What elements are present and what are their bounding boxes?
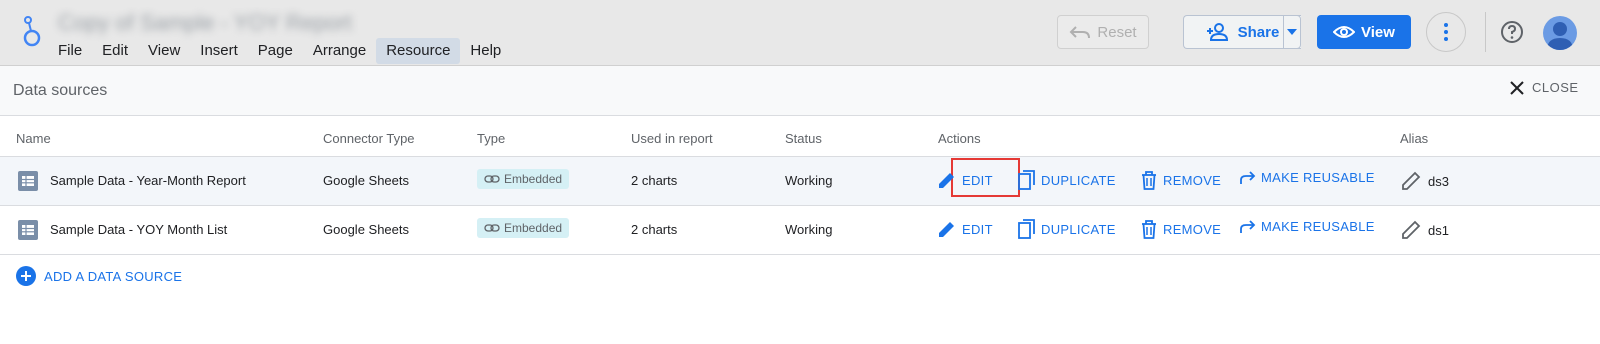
reset-label: Reset <box>1097 23 1137 41</box>
menu-edit[interactable]: Edit <box>92 38 138 64</box>
close-icon <box>1510 80 1524 95</box>
remove-label: REMOVE <box>1163 221 1222 237</box>
alias-value: ds3 <box>1428 173 1449 189</box>
panel-header: Data sources CLOSE <box>0 66 1600 116</box>
link-icon <box>484 175 500 183</box>
duplicate-label: DUPLICATE <box>1041 221 1116 237</box>
top-bar: Copy of Sample - YOY Report File Edit Vi… <box>0 0 1600 66</box>
pencil-outline-icon <box>1402 220 1421 239</box>
close-button[interactable]: CLOSE <box>1510 80 1579 95</box>
edit-button[interactable]: EDIT <box>937 170 993 190</box>
row-name: Sample Data - Year-Month Report <box>50 173 246 188</box>
row-used-in-report: 2 charts <box>631 222 678 237</box>
toolbar-divider <box>1485 12 1486 52</box>
pencil-outline-icon <box>1402 171 1421 190</box>
table-row[interactable]: Sample Data - YOY Month List Google Shee… <box>0 206 1600 255</box>
pencil-icon <box>939 222 954 237</box>
menu-page[interactable]: Page <box>248 38 303 64</box>
link-icon <box>484 224 500 232</box>
sheet-icon <box>18 171 38 191</box>
avatar[interactable] <box>1543 16 1577 50</box>
header-actions: Actions <box>938 131 981 146</box>
edit-button[interactable]: EDIT <box>937 219 993 239</box>
eye-icon <box>1333 26 1356 38</box>
remove-button[interactable]: REMOVE <box>1140 170 1221 190</box>
type-badge-label: Embedded <box>504 172 563 186</box>
header-alias: Alias <box>1400 131 1429 146</box>
type-badge-label: Embedded <box>504 221 563 235</box>
menu-file[interactable]: File <box>48 38 92 64</box>
row-connector-type: Google Sheets <box>323 222 410 237</box>
more-options-button[interactable] <box>1426 12 1466 52</box>
share-label: Share <box>1237 23 1280 41</box>
header-used-in-report: Used in report <box>631 131 713 146</box>
sheet-icon <box>18 220 38 240</box>
add-circle-icon <box>16 266 36 286</box>
row-used-in-report: 2 charts <box>631 173 678 188</box>
panel-title: Data sources <box>13 82 108 99</box>
document-title[interactable]: Copy of Sample - YOY Report <box>58 10 352 36</box>
make-reusable-label: MAKE REUSABLE <box>1261 170 1375 185</box>
close-label: CLOSE <box>1532 80 1579 95</box>
caret-down-icon <box>1287 29 1297 35</box>
forward-arrow-icon <box>1240 219 1256 233</box>
menu-insert[interactable]: Insert <box>190 38 248 64</box>
menu-resource[interactable]: Resource <box>376 38 461 64</box>
duplicate-button[interactable]: DUPLICATE <box>1018 170 1116 190</box>
account-icon <box>1547 22 1573 50</box>
undo-icon <box>1069 26 1091 39</box>
reset-button[interactable]: Reset <box>1057 15 1149 49</box>
table-row[interactable]: Sample Data - Year-Month Report Google S… <box>0 157 1600 206</box>
header-connector-type: Connector Type <box>323 131 415 146</box>
remove-button[interactable]: REMOVE <box>1140 219 1221 239</box>
duplicate-label: DUPLICATE <box>1041 172 1116 188</box>
looker-studio-logo-icon[interactable] <box>20 14 44 50</box>
share-dropdown-button[interactable] <box>1283 15 1301 49</box>
row-status: Working <box>785 173 833 188</box>
add-data-source-button[interactable]: ADD A DATA SOURCE <box>16 266 182 286</box>
view-button[interactable]: View <box>1317 15 1411 49</box>
type-badge: Embedded <box>477 169 570 189</box>
trash-icon <box>1142 220 1156 239</box>
row-connector-type: Google Sheets <box>323 173 410 188</box>
make-reusable-button[interactable]: MAKE REUSABLE <box>1240 219 1375 234</box>
make-reusable-button[interactable]: MAKE REUSABLE <box>1240 170 1375 185</box>
edit-label: EDIT <box>962 172 993 188</box>
add-data-source-label: ADD A DATA SOURCE <box>44 268 183 284</box>
header-name: Name <box>16 131 51 146</box>
duplicate-button[interactable]: DUPLICATE <box>1018 219 1116 239</box>
pencil-icon <box>939 173 954 188</box>
header-type: Type <box>477 131 506 146</box>
edit-label: EDIT <box>962 221 993 237</box>
alias-value: ds1 <box>1428 222 1449 238</box>
header-status: Status <box>785 131 822 146</box>
trash-icon <box>1142 171 1156 190</box>
menu-help[interactable]: Help <box>460 38 511 64</box>
forward-arrow-icon <box>1240 170 1256 184</box>
menu-arrange[interactable]: Arrange <box>303 38 376 64</box>
copy-icon <box>1018 219 1035 239</box>
view-label: View <box>1361 23 1395 41</box>
menu-bar: File Edit View Insert Page Arrange Resou… <box>48 38 511 64</box>
alias-field[interactable]: ds3 <box>1400 170 1449 192</box>
remove-label: REMOVE <box>1163 172 1222 188</box>
make-reusable-label: MAKE REUSABLE <box>1261 219 1375 234</box>
copy-icon <box>1018 170 1035 190</box>
more-vert-icon <box>1444 23 1448 41</box>
alias-field[interactable]: ds1 <box>1400 219 1449 241</box>
table-header: Name Connector Type Type Used in report … <box>0 117 1600 157</box>
type-badge: Embedded <box>477 218 570 238</box>
row-name: Sample Data - YOY Month List <box>50 222 228 237</box>
row-status: Working <box>785 222 833 237</box>
add-person-icon <box>1206 23 1228 41</box>
menu-view[interactable]: View <box>138 38 190 64</box>
help-icon[interactable] <box>1500 20 1524 44</box>
